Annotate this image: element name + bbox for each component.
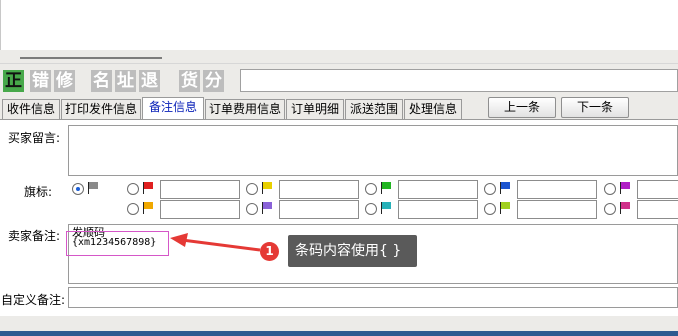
tab-order-fee-info[interactable]: 订单费用信息 (205, 99, 285, 119)
tab-delivery-range[interactable]: 派送范围 (345, 99, 403, 119)
flag-text-input-10[interactable] (517, 200, 597, 219)
buyer-message-label: 买家留言: (8, 131, 61, 145)
tab-sender-print-info[interactable]: 打印发件信息 (61, 99, 141, 119)
annotation-badge: 1 (260, 242, 279, 261)
flag-radio-3[interactable] (246, 183, 258, 195)
flag-radio-11[interactable] (604, 203, 616, 215)
yellow-flag-icon (261, 182, 273, 194)
flag-radio-10[interactable] (484, 203, 496, 215)
flag-text-input-9[interactable] (398, 200, 478, 219)
blue-flag-icon (499, 182, 511, 194)
mode-button-return[interactable]: 退 (139, 70, 160, 92)
flag-text-input-11[interactable] (637, 200, 678, 219)
flag-radio-2[interactable] (127, 183, 139, 195)
flag-radio-5[interactable] (484, 183, 496, 195)
orange-flag-icon (142, 202, 154, 214)
flag-radio-1[interactable] (72, 183, 84, 195)
custom-remark-field[interactable] (68, 287, 678, 308)
flag-radio-9[interactable] (365, 203, 377, 215)
flag-text-input-4[interactable] (398, 180, 478, 199)
next-button[interactable]: 下一条 (561, 97, 629, 118)
mode-button-name[interactable]: 名 (91, 70, 112, 92)
flag-label: 旗标: (24, 185, 53, 199)
teal-flag-icon (380, 202, 392, 214)
prev-button[interactable]: 上一条 (488, 97, 556, 118)
mode-input-field[interactable] (240, 69, 678, 92)
flag-radio-6[interactable] (604, 183, 616, 195)
flag-text-input-3[interactable] (279, 180, 359, 199)
flag-text-input-6[interactable] (637, 180, 678, 199)
mode-button-error[interactable]: 错 (30, 70, 51, 92)
annotation-arrow (170, 233, 261, 252)
pink-flag-icon (619, 202, 631, 214)
tab-remark-info[interactable]: 备注信息 (142, 97, 204, 119)
buyer-message-field[interactable] (68, 125, 678, 176)
taskbar (0, 331, 678, 336)
divider (0, 63, 678, 64)
green-flag-icon (380, 182, 392, 194)
tab-order-detail[interactable]: 订单明细 (286, 99, 344, 119)
flag-text-input-5[interactable] (517, 180, 597, 199)
tab-receiver-info[interactable]: 收件信息 (2, 99, 60, 119)
horizontal-scrollbar[interactable] (20, 57, 162, 59)
tab-process-info[interactable]: 处理信息 (404, 99, 462, 119)
flag-radio-7[interactable] (127, 203, 139, 215)
flag-radio-4[interactable] (365, 183, 377, 195)
purple-flag-icon (619, 182, 631, 194)
flag-radio-8[interactable] (246, 203, 258, 215)
top-content-area (0, 0, 678, 50)
gray-flag-icon (87, 182, 99, 194)
mode-button-correct[interactable]: 正 (3, 70, 24, 92)
red-flag-icon (142, 182, 154, 194)
annotation-tooltip: 条码内容使用{ } (288, 235, 417, 267)
mode-button-modify[interactable]: 修 (54, 70, 75, 92)
flag-text-input-2[interactable] (160, 180, 240, 199)
mode-button-split[interactable]: 分 (203, 70, 224, 92)
flag-text-input-8[interactable] (279, 200, 359, 219)
violet-flag-icon (261, 202, 273, 214)
mode-button-address[interactable]: 址 (115, 70, 136, 92)
mode-button-goods[interactable]: 货 (179, 70, 200, 92)
flag-text-input-7[interactable] (160, 200, 240, 219)
custom-remark-label: 自定义备注: (1, 293, 66, 307)
seller-remark-label: 卖家备注: (8, 229, 61, 243)
lime-flag-icon (499, 202, 511, 214)
highlight-box (66, 231, 169, 256)
